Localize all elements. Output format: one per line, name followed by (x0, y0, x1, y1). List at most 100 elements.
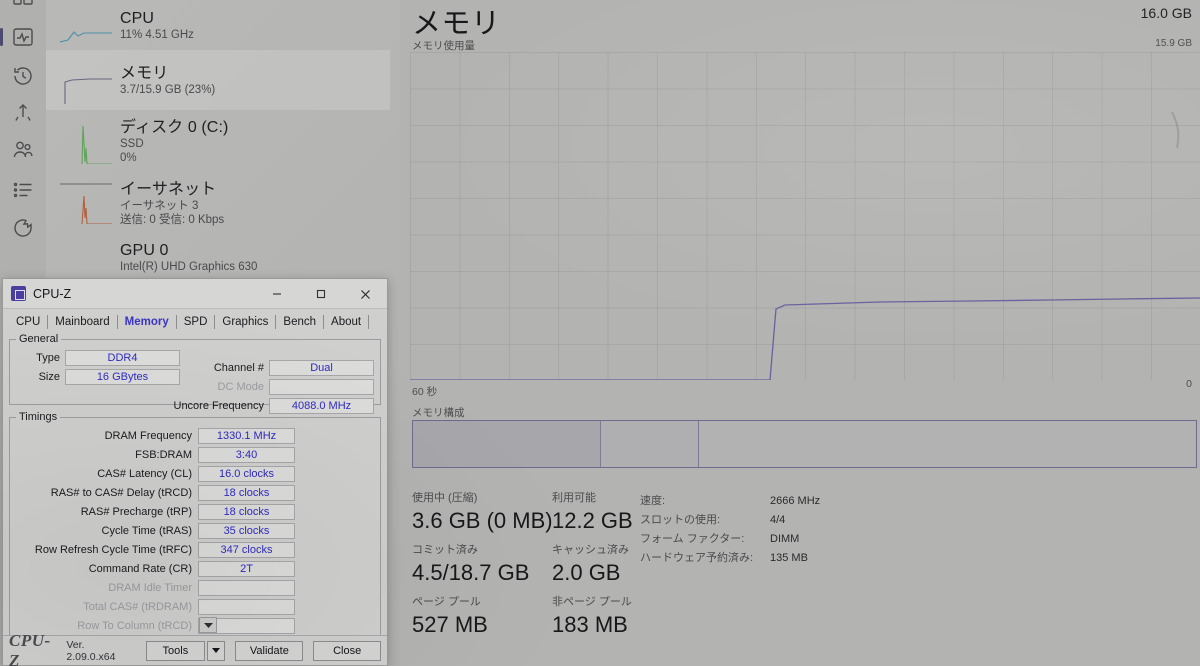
tab-memory[interactable]: Memory (118, 315, 177, 329)
stat-label: ページ プール (412, 596, 481, 608)
graph-x-axis-label: 60 秒 (412, 386, 438, 398)
cpuz-brand: CPU-Z (9, 630, 51, 666)
timing-value: 1330.1 MHz (198, 427, 295, 444)
tab-mainboard[interactable]: Mainboard (48, 315, 118, 329)
memory-composition-bar[interactable] (412, 420, 1197, 468)
scroll-down-button[interactable] (199, 617, 217, 633)
tab-about[interactable]: About (324, 315, 370, 329)
field-label: Size (38, 370, 60, 383)
stat-value: 183 MB (552, 612, 628, 637)
users-icon[interactable] (11, 138, 35, 162)
timing-label: DRAM Idle Timer (108, 581, 192, 594)
cpuz-window-title: CPU-Z (33, 286, 72, 301)
cpuz-memory-panel: General Type DDR4 Size 16 GBytes Channel… (3, 329, 387, 636)
tools-button[interactable]: Tools (146, 640, 205, 661)
cpu-mini-graph (60, 2, 112, 48)
field-label: Channel # (213, 361, 264, 374)
resource-detail: Intel(R) UHD Graphics 630 (120, 260, 258, 273)
screenshot-root: CPU 11% 4.51 GHz メモリ 3.7/15.9 GB (23%) デ… (0, 0, 1200, 666)
tab-graphics[interactable]: Graphics (215, 315, 277, 329)
stat-key: フォーム ファクター: (640, 533, 745, 545)
nav-selection-indicator (0, 28, 3, 46)
startup-apps-icon[interactable] (11, 101, 35, 125)
composition-caption: メモリ構成 (412, 407, 465, 419)
field-dc-mode: DC Mode (156, 378, 374, 395)
resource-detail: SSD (120, 137, 144, 150)
timing-label: FSB:DRAM (135, 448, 192, 461)
close-icon[interactable] (343, 279, 387, 309)
field-label: Type (36, 351, 60, 364)
memory-capacity: 16.0 GB (1140, 5, 1192, 21)
resource-name: CPU (120, 9, 155, 27)
cpuz-title-bar[interactable]: CPU-Z (3, 279, 387, 309)
stat-in-use: 使用中 (圧縮) 3.6 GB (0 MB) (412, 490, 553, 536)
memory-mini-graph (60, 60, 112, 106)
timing-label: Row Refresh Cycle Time (tRFC) (34, 543, 192, 556)
chevron-down-icon (203, 623, 213, 628)
resource-detail-2: 送信: 0 受信: 0 Kbps (120, 213, 225, 226)
timing-label: Cycle Time (tRAS) (101, 524, 192, 537)
timing-command-rate: Command Rate (CR) 2T (16, 560, 374, 577)
tab-cpu[interactable]: CPU (9, 315, 49, 329)
tab-spd[interactable]: SPD (177, 315, 216, 329)
resource-item-gpu[interactable]: GPU 0 Intel(R) UHD Graphics 630 (46, 234, 390, 280)
resource-item-disk[interactable]: ディスク 0 (C:) SSD 0% (46, 110, 390, 172)
app-history-icon[interactable] (11, 64, 35, 88)
resource-item-cpu[interactable]: CPU 11% 4.51 GHz (46, 0, 390, 50)
timing-total-cas: Total CAS# (tRDRAM) (16, 598, 374, 615)
stats-column-left: 使用中 (圧縮) 3.6 GB (0 MB) コミット済み 4.5/18.7 G… (412, 490, 553, 646)
timing-row-to-column: Row To Column (tRCD) (16, 617, 374, 634)
stat-label: 使用中 (圧縮) (412, 492, 478, 504)
close-button[interactable]: Close (313, 640, 382, 661)
graph-y-min-label: 0 (1186, 378, 1192, 390)
timing-trcd: RAS# to CAS# Delay (tRCD) 18 clocks (16, 484, 374, 501)
resource-name: ディスク 0 (C:) (120, 118, 229, 136)
timing-value: 18 clocks (198, 484, 295, 501)
timing-value: 2T (198, 560, 295, 577)
chevron-down-icon (212, 648, 221, 653)
stat-value: DIMM (770, 533, 800, 545)
field-value: Dual (269, 359, 374, 376)
general-group: General Type DDR4 Size 16 GBytes Channel… (9, 333, 381, 414)
processes-icon[interactable] (11, 0, 35, 18)
stat-value: 3.6 GB (0 MB) (412, 508, 553, 533)
disk-mini-graph (60, 118, 112, 164)
services-icon[interactable] (11, 216, 35, 240)
timing-dram-idle-timer: DRAM Idle Timer (16, 579, 374, 596)
timing-label: RAS# to CAS# Delay (tRCD) (50, 486, 192, 499)
performance-icon[interactable] (11, 25, 35, 49)
field-value (269, 378, 374, 395)
graph-line (410, 297, 1200, 380)
maximize-icon[interactable] (299, 279, 343, 309)
timing-value: 3:40 (198, 446, 295, 463)
resource-item-ethernet[interactable]: イーサネット イーサネット 3 送信: 0 受信: 0 Kbps (46, 172, 390, 234)
timing-value: 16.0 clocks (198, 465, 295, 482)
minimize-icon[interactable] (255, 279, 299, 309)
stat-key: スロットの使用: (640, 514, 721, 526)
timing-value (198, 579, 295, 596)
resource-name: イーサネット (120, 180, 217, 198)
memory-detail-pane: メモリ 16.0 GB メモリ使用量 15.9 GB 60 秒 0 メモリ構成 (400, 0, 1200, 666)
details-icon[interactable] (11, 178, 35, 202)
timing-label: Command Rate (CR) (88, 562, 192, 575)
resource-list: CPU 11% 4.51 GHz メモリ 3.7/15.9 GB (23%) デ… (46, 0, 390, 280)
timing-value: 347 clocks (198, 541, 295, 558)
composition-segment-standby (698, 421, 1196, 467)
cpuz-window: CPU-Z CPU Mainboard Memory SPD Graphics … (2, 278, 388, 666)
validate-button[interactable]: Validate (235, 640, 304, 661)
general-right-column: Channel # Dual DC Mode Uncore Frequency … (156, 359, 374, 416)
ethernet-mini-graph (60, 178, 112, 224)
stat-label: 非ページ プール (552, 596, 632, 608)
resource-item-memory[interactable]: メモリ 3.7/15.9 GB (23%) (46, 50, 390, 110)
timing-trp: RAS# Precharge (tRP) 18 clocks (16, 503, 374, 520)
composition-segment-modified (600, 421, 699, 467)
tab-bench[interactable]: Bench (276, 315, 325, 329)
timing-cas-latency: CAS# Latency (CL) 16.0 clocks (16, 465, 374, 482)
graph-max-label: 15.9 GB (1155, 38, 1192, 49)
stat-value: 135 MB (770, 552, 808, 564)
timing-fsb-dram: FSB:DRAM 3:40 (16, 446, 374, 463)
cpuz-version: Ver. 2.09.0.x64 (66, 638, 116, 663)
tools-dropdown-button[interactable] (206, 640, 226, 661)
resource-detail: 3.7/15.9 GB (23%) (120, 83, 216, 96)
field-channel: Channel # Dual (156, 359, 374, 376)
